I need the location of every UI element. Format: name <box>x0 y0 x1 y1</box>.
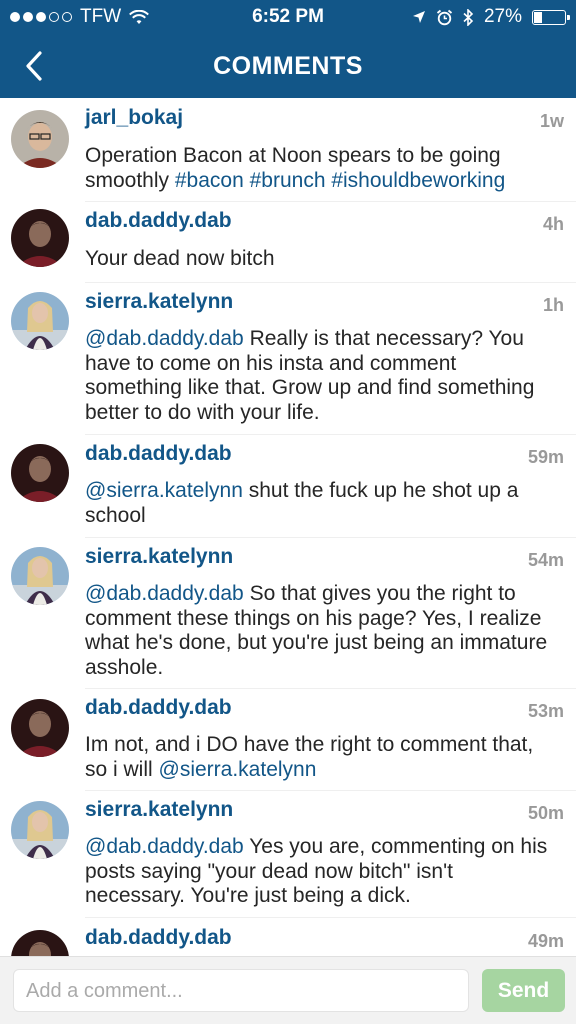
comment-input[interactable]: Add a comment... <box>13 969 469 1012</box>
mention-link[interactable]: @sierra.katelynn <box>159 758 317 781</box>
battery-percent: 27% <box>483 6 522 27</box>
comment-text: @dab.daddy.dab So that gives you the rig… <box>85 582 555 680</box>
avatar[interactable] <box>11 930 69 956</box>
battery-icon <box>532 9 570 25</box>
comment-item: jarl_bokaj 1w Operation Bacon at Noon sp… <box>0 98 576 198</box>
comment-text: @dab.daddy.dab Really is that necessary?… <box>85 327 555 425</box>
comment-timestamp: 50m <box>527 803 564 823</box>
avatar[interactable] <box>11 292 69 350</box>
comment-timestamp: 54m <box>527 550 564 570</box>
comment-item: dab.daddy.dab 59m @sierra.katelynn shut … <box>0 435 576 535</box>
comment-item: sierra.katelynn 54m @dab.daddy.dab So th… <box>0 538 576 688</box>
comment-list[interactable]: jarl_bokaj 1w Operation Bacon at Noon sp… <box>0 98 576 956</box>
avatar[interactable] <box>11 110 69 168</box>
comment-item: sierra.katelynn 50m @dab.daddy.dab Yes y… <box>0 791 576 921</box>
comment-timestamp: 1h <box>542 295 564 315</box>
location-arrow-icon <box>412 11 425 23</box>
comment-composer: Add a comment... Send <box>0 956 576 1024</box>
mention-link[interactable]: @dab.daddy.dab <box>85 327 244 350</box>
comment-text: @sierra.katelynn shut the fuck up he sho… <box>85 479 555 528</box>
alarm-icon <box>436 9 453 25</box>
comment-timestamp: 1w <box>539 111 564 131</box>
avatar[interactable] <box>11 444 69 502</box>
comment-username[interactable]: dab.daddy.dab <box>85 696 232 720</box>
avatar[interactable] <box>11 209 69 267</box>
page-title: COMMENTS <box>213 52 363 80</box>
comment-item: sierra.katelynn 1h @dab.daddy.dab Really… <box>0 283 576 433</box>
comment-text: Operation Bacon at Noon spears to be goi… <box>85 144 555 193</box>
comment-username[interactable]: jarl_bokaj <box>85 106 183 130</box>
comment-timestamp: 53m <box>527 701 564 721</box>
comment-text-part: Your dead now bitch <box>85 247 275 270</box>
comment-text: Im not, and i DO have the right to comme… <box>85 733 555 782</box>
hashtag-link[interactable]: #bacon #brunch #ishouldbeworking <box>175 169 505 192</box>
comment-item: dab.daddy.dab 4h Your dead now bitch <box>0 202 576 280</box>
comment-text: @dab.daddy.dab Yes you are, commenting o… <box>85 835 555 909</box>
comment-timestamp: 59m <box>527 447 564 467</box>
nav-bar: COMMENTS <box>0 34 576 98</box>
comment-username[interactable]: dab.daddy.dab <box>85 926 232 950</box>
comment-username[interactable]: sierra.katelynn <box>85 290 233 314</box>
avatar[interactable] <box>11 699 69 757</box>
mention-link[interactable]: @dab.daddy.dab <box>85 835 244 858</box>
comment-item: dab.daddy.dab 49m <box>0 918 576 956</box>
mention-link[interactable]: @dab.daddy.dab <box>85 582 244 605</box>
comment-text: Your dead now bitch <box>85 247 555 272</box>
comment-timestamp: 49m <box>527 931 564 951</box>
comment-timestamp: 4h <box>542 214 564 234</box>
avatar[interactable] <box>11 547 69 605</box>
bluetooth-icon <box>463 8 474 26</box>
comment-item: dab.daddy.dab 53m Im not, and i DO have … <box>0 689 576 789</box>
avatar[interactable] <box>11 801 69 859</box>
comment-username[interactable]: dab.daddy.dab <box>85 442 232 466</box>
comment-username[interactable]: sierra.katelynn <box>85 545 233 569</box>
comment-username[interactable]: dab.daddy.dab <box>85 209 232 233</box>
status-bar: TFW 6:52 PM 27% <box>0 0 576 34</box>
mention-link[interactable]: @sierra.katelynn <box>85 479 243 502</box>
comment-username[interactable]: sierra.katelynn <box>85 798 233 822</box>
send-button[interactable]: Send <box>482 969 565 1012</box>
